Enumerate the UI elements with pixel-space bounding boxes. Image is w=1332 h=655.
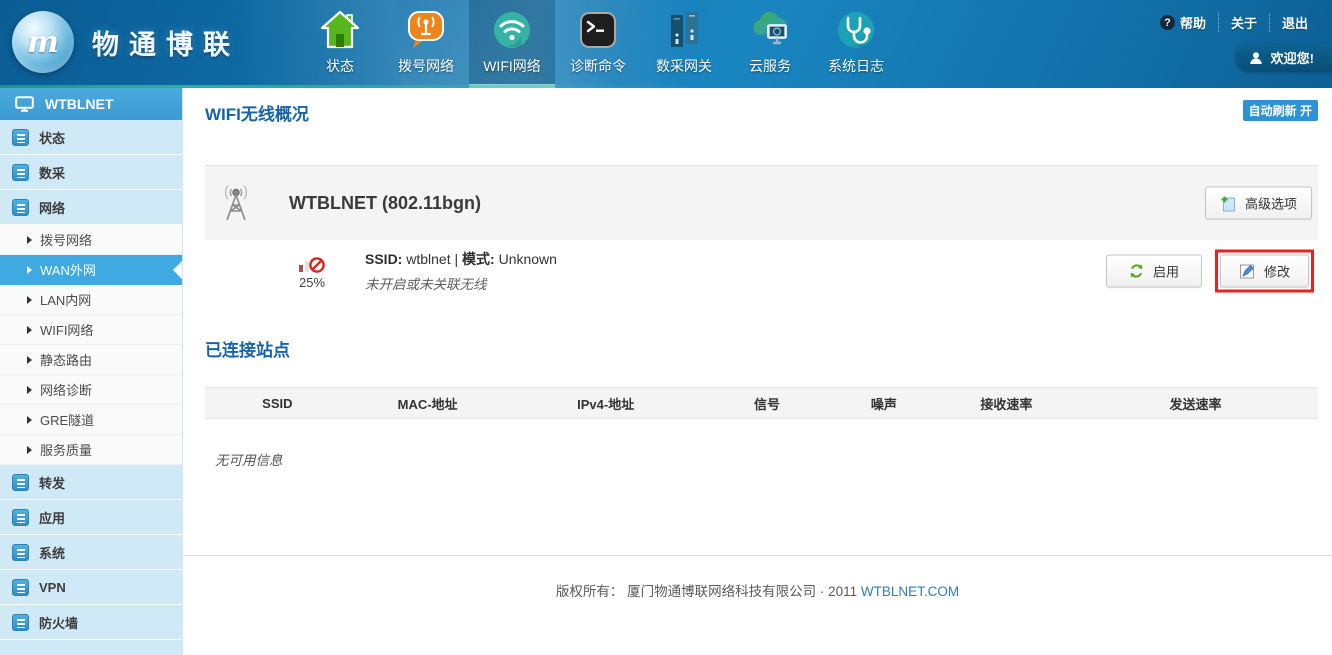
col-tx-rate: 发送速率 [1073, 388, 1318, 419]
top-links: ? 帮助 关于 退出 [1148, 13, 1320, 32]
monitor-icon [15, 96, 34, 112]
page-add-icon [1220, 195, 1236, 211]
list-icon [12, 199, 29, 216]
wifi-device-panel: WTBLNET (802.11bgn) 高级选项 [205, 165, 1318, 240]
col-mac: MAC-地址 [350, 388, 506, 419]
highlight-annotation: 修改 [1215, 250, 1314, 293]
user-icon [1249, 51, 1263, 65]
sidebar-item-network[interactable]: 网络 [0, 190, 182, 225]
refresh-icon [1129, 264, 1144, 279]
sidebar-subitem-wan[interactable]: WAN外网 [0, 255, 182, 285]
gateway-icon [663, 6, 705, 54]
sidebar-item-vpn[interactable]: VPN [0, 570, 182, 605]
col-signal: 信号 [706, 388, 828, 419]
modify-button[interactable]: 修改 [1220, 255, 1309, 288]
stations-header-row: SSID MAC-地址 IPv4-地址 信号 噪声 接收速率 发送速率 [205, 388, 1318, 419]
no-info-text: 无可用信息 [215, 449, 1318, 469]
nav-tab-dial-network[interactable]: 拨号网络 [383, 0, 469, 88]
sidebar-subitem-qos[interactable]: 服务质量 [0, 435, 182, 465]
sidebar: WTBLNET 状态 数采 网络 拨号网络 WAN外网 [0, 88, 183, 655]
no-signal-icon [298, 252, 326, 274]
top-header: m 物通博联 状态 [0, 0, 1332, 88]
sidebar-item-firewall[interactable]: 防火墙 [0, 605, 182, 640]
sidebar-item-partial [0, 640, 182, 655]
footer-link[interactable]: WTBLNET.COM [861, 584, 959, 599]
nav-tab-data-gateway[interactable]: 数采网关 [641, 0, 727, 88]
list-icon [12, 614, 29, 631]
signal-indicator: 25% [291, 252, 333, 290]
antenna-icon [219, 182, 253, 224]
cloud-icon [747, 6, 793, 54]
ssid-info: SSID: wtblnet | 模式: Unknown [365, 249, 557, 269]
sidebar-subitem-dial-network[interactable]: 拨号网络 [0, 225, 182, 255]
sidebar-item-application[interactable]: 应用 [0, 500, 182, 535]
edit-icon [1239, 263, 1255, 279]
caret-right-icon [27, 386, 32, 394]
list-icon [12, 544, 29, 561]
caret-right-icon [27, 416, 32, 424]
list-icon [12, 164, 29, 181]
sidebar-item-data-collect[interactable]: 数采 [0, 155, 182, 190]
enable-button[interactable]: 启用 [1106, 255, 1202, 288]
nav-tab-diagnostic-command[interactable]: 诊断命令 [555, 0, 641, 88]
nav-tab-wifi-network[interactable]: WIFI网络 [469, 0, 555, 88]
welcome-pill[interactable]: 欢迎您! [1236, 44, 1332, 71]
help-icon: ? [1160, 15, 1175, 30]
router-admin-page: m 物通博联 状态 [0, 0, 1332, 655]
logout-link[interactable]: 退出 [1269, 13, 1320, 32]
nav-tab-status[interactable]: 状态 [297, 0, 383, 88]
about-link[interactable]: 关于 [1218, 13, 1269, 32]
nav-tab-system-log[interactable]: 系统日志 [813, 0, 899, 88]
home-icon [319, 6, 361, 54]
sidebar-subitem-static-route[interactable]: 静态路由 [0, 345, 182, 375]
sidebar-item-forward[interactable]: 转发 [0, 465, 182, 500]
footer: 版权所有： 厦门物通博联网络科技有限公司 · 2011 WTBLNET.COM [183, 555, 1332, 600]
dial-network-icon [405, 6, 447, 54]
terminal-icon [577, 6, 619, 54]
list-icon [12, 509, 29, 526]
advanced-options-button[interactable]: 高级选项 [1205, 187, 1312, 220]
caret-right-icon [27, 326, 32, 334]
col-ipv4: IPv4-地址 [506, 388, 706, 419]
wifi-status-text: 未开启或未关联无线 [365, 273, 557, 293]
sidebar-subitem-lan[interactable]: LAN内网 [0, 285, 182, 315]
col-noise: 噪声 [828, 388, 939, 419]
main-nav: 状态 拨号网络 [297, 0, 899, 88]
col-rx-rate: 接收速率 [940, 388, 1074, 419]
caret-right-icon [27, 446, 32, 454]
list-icon [12, 474, 29, 491]
stations-table: SSID MAC-地址 IPv4-地址 信号 噪声 接收速率 发送速率 [205, 387, 1318, 419]
col-ssid: SSID [205, 388, 350, 419]
caret-right-icon [27, 296, 32, 304]
nav-tab-cloud-service[interactable]: 云服务 [727, 0, 813, 88]
sidebar-subitem-wifi[interactable]: WIFI网络 [0, 315, 182, 345]
signal-percent: 25% [299, 275, 325, 290]
brand-logo: m 物通博联 [12, 11, 240, 73]
copyright-text: 版权所有： 厦门物通博联网络科技有限公司 · 2011 [556, 584, 857, 599]
list-icon [12, 579, 29, 596]
list-icon [12, 129, 29, 146]
syslog-icon [835, 6, 877, 54]
caret-right-icon [27, 356, 32, 364]
sidebar-item-system[interactable]: 系统 [0, 535, 182, 570]
caret-right-icon [27, 236, 32, 244]
help-link[interactable]: ? 帮助 [1148, 13, 1218, 32]
sidebar-hostname: WTBLNET [0, 88, 182, 120]
logo-sphere-icon: m [12, 11, 74, 73]
caret-right-icon [27, 266, 32, 274]
stations-heading: 已连接站点 [205, 336, 1318, 361]
auto-refresh-toggle[interactable]: 自动刷新 开 [1243, 100, 1318, 121]
sidebar-item-status[interactable]: 状态 [0, 120, 182, 155]
main-content: WIFI无线概况 自动刷新 开 WTBLNET (802.11bgn) [183, 88, 1332, 655]
brand-name: 物通博联 [92, 23, 240, 62]
wifi-ssid-row: 25% SSID: wtblnet | 模式: Unknown 未开启或未关联无… [205, 240, 1318, 302]
sidebar-subitem-net-diagnose[interactable]: 网络诊断 [0, 375, 182, 405]
wifi-device-heading: WTBLNET (802.11bgn) [289, 193, 481, 214]
wifi-icon [491, 6, 533, 54]
sidebar-subitem-gre-tunnel[interactable]: GRE隧道 [0, 405, 182, 435]
page-title: WIFI无线概况 [205, 100, 309, 125]
